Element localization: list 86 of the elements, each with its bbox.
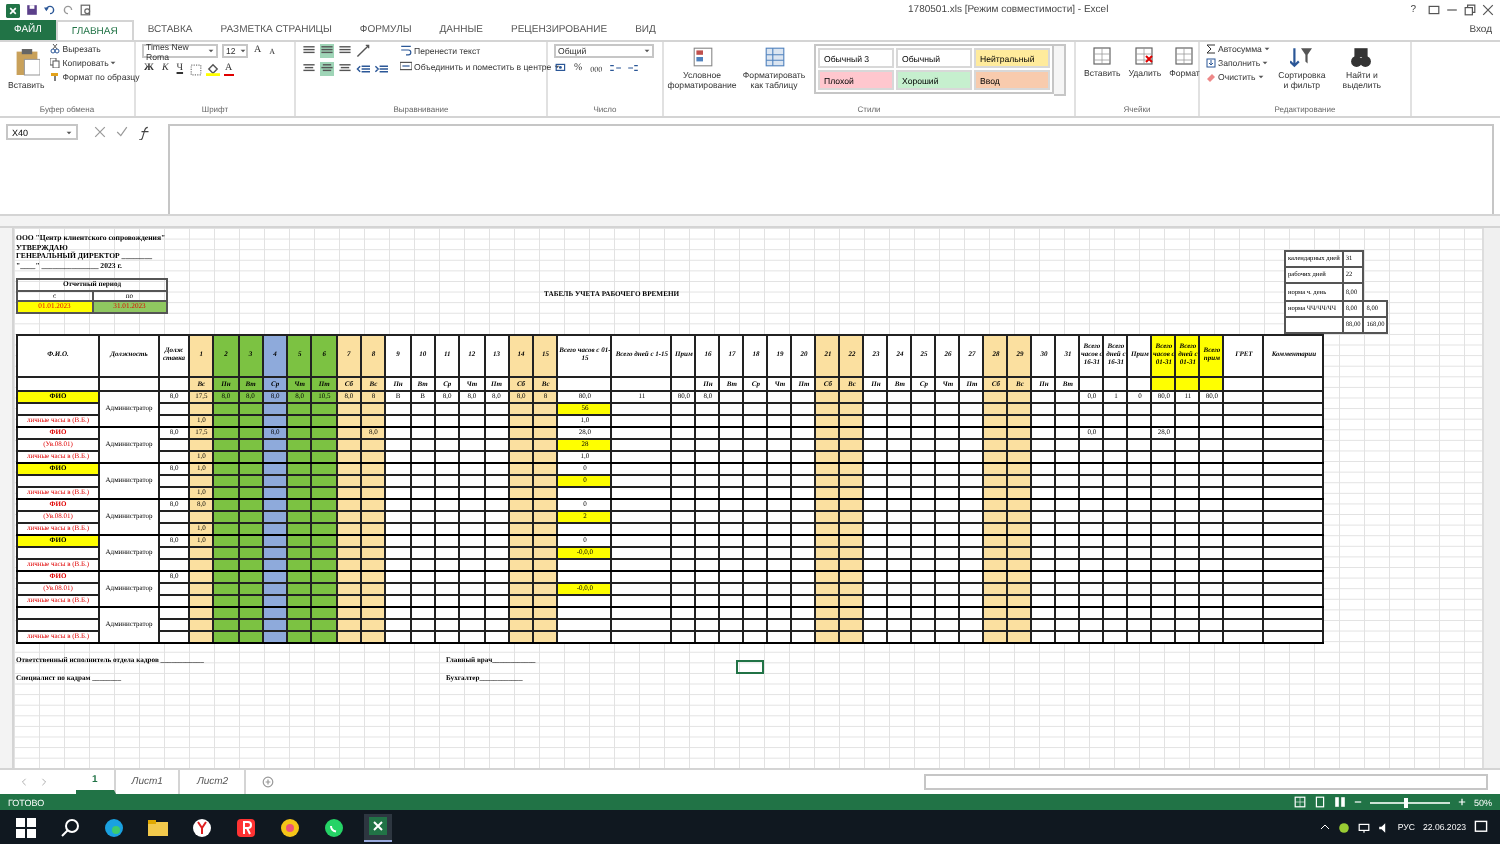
caret-icon bbox=[66, 129, 72, 135]
horizontal-scrollbar[interactable] bbox=[924, 774, 1488, 790]
redo-icon bbox=[62, 4, 74, 16]
y-browser-icon bbox=[192, 817, 212, 837]
scissors-icon bbox=[50, 44, 61, 54]
worksheet-grid[interactable] bbox=[14, 228, 1482, 768]
add-sheet-icon bbox=[262, 776, 275, 788]
align-top-icon bbox=[302, 44, 316, 58]
function-icon bbox=[138, 125, 152, 139]
wrap-text-icon bbox=[400, 44, 412, 56]
minimize-icon bbox=[1446, 4, 1458, 16]
copy-icon bbox=[50, 58, 61, 68]
letter-app-button[interactable] bbox=[232, 813, 260, 841]
fill-down-icon bbox=[1206, 58, 1216, 68]
normal-view-icon bbox=[1293, 796, 1306, 808]
browser-button[interactable] bbox=[100, 813, 128, 841]
search-icon bbox=[60, 817, 80, 837]
vertical-scrollbar[interactable] bbox=[1482, 228, 1500, 768]
next-sheet-icon bbox=[40, 778, 48, 786]
tray-app-icon bbox=[1337, 821, 1350, 833]
chat-app-icon bbox=[324, 817, 344, 837]
decrease-decimal-icon bbox=[626, 62, 641, 74]
format-grid-icon bbox=[1174, 46, 1195, 66]
speaker-icon bbox=[1377, 821, 1390, 833]
caret-icon bbox=[1257, 74, 1264, 80]
merge-cells-icon bbox=[400, 60, 412, 72]
text-orientation-icon bbox=[356, 44, 370, 58]
table-format-icon bbox=[763, 46, 785, 68]
caret-icon bbox=[239, 48, 246, 54]
browser-icon bbox=[104, 817, 124, 837]
conditional-format-icon bbox=[691, 46, 713, 68]
sort-filter-icon bbox=[1290, 46, 1313, 68]
zoom-out-button[interactable] bbox=[1353, 798, 1362, 806]
align-center-icon bbox=[320, 62, 334, 76]
eraser-icon bbox=[1206, 72, 1216, 82]
align-right-icon bbox=[338, 62, 352, 76]
notification-icon bbox=[1474, 820, 1488, 834]
fill-color-icon bbox=[205, 62, 220, 76]
start-icon bbox=[16, 817, 36, 837]
spreadsheet-app-icon bbox=[368, 816, 388, 836]
minus-icon bbox=[1353, 798, 1362, 806]
network-icon bbox=[1357, 821, 1370, 833]
caret-icon bbox=[1262, 60, 1269, 66]
spreadsheet-app-button[interactable] bbox=[364, 813, 392, 841]
caret-icon bbox=[1263, 46, 1270, 52]
zoom-slider-thumb[interactable] bbox=[1403, 797, 1408, 807]
folder-icon bbox=[148, 817, 168, 837]
print-preview-icon bbox=[80, 4, 92, 16]
caret-icon bbox=[110, 60, 117, 66]
caret-icon bbox=[644, 48, 650, 54]
caret-icon bbox=[208, 48, 214, 54]
plus-icon bbox=[1457, 798, 1466, 806]
round-app-icon bbox=[280, 817, 300, 837]
letter-app-icon bbox=[236, 817, 256, 837]
formula-input[interactable] bbox=[168, 124, 1494, 214]
page-layout-icon bbox=[1313, 796, 1326, 808]
insert-grid-icon bbox=[1092, 46, 1113, 66]
clipboard-icon bbox=[13, 46, 40, 78]
align-middle-icon bbox=[320, 44, 334, 58]
round-app-button[interactable] bbox=[276, 813, 304, 841]
align-left-icon bbox=[302, 62, 316, 76]
currency-icon bbox=[554, 62, 568, 74]
gallery-scrollbar[interactable] bbox=[1054, 44, 1066, 96]
page-break-icon bbox=[1333, 796, 1346, 808]
paintbrush-icon bbox=[50, 72, 61, 82]
start-button[interactable] bbox=[12, 813, 40, 841]
selected-cell[interactable] bbox=[736, 660, 764, 674]
sigma-icon bbox=[1206, 44, 1216, 54]
undo-icon bbox=[44, 4, 56, 16]
check-icon bbox=[116, 126, 128, 138]
previous-sheet-icon bbox=[20, 778, 28, 786]
search-button[interactable] bbox=[56, 813, 84, 841]
decrease-indent-icon bbox=[356, 62, 370, 76]
ribbon-display-icon bbox=[1428, 4, 1440, 16]
align-bottom-icon bbox=[338, 44, 352, 58]
y-browser-button[interactable] bbox=[188, 813, 216, 841]
increase-indent-icon bbox=[374, 62, 388, 76]
chat-app-button[interactable] bbox=[320, 813, 348, 841]
cancel-icon bbox=[94, 126, 106, 138]
delete-grid-icon bbox=[1134, 46, 1155, 66]
binoculars-icon bbox=[1350, 46, 1373, 68]
caret-icon bbox=[553, 63, 560, 69]
restore-icon bbox=[1464, 4, 1476, 16]
borders-icon bbox=[189, 63, 202, 75]
increase-decimal-icon bbox=[608, 62, 623, 74]
close-icon bbox=[1482, 4, 1494, 16]
